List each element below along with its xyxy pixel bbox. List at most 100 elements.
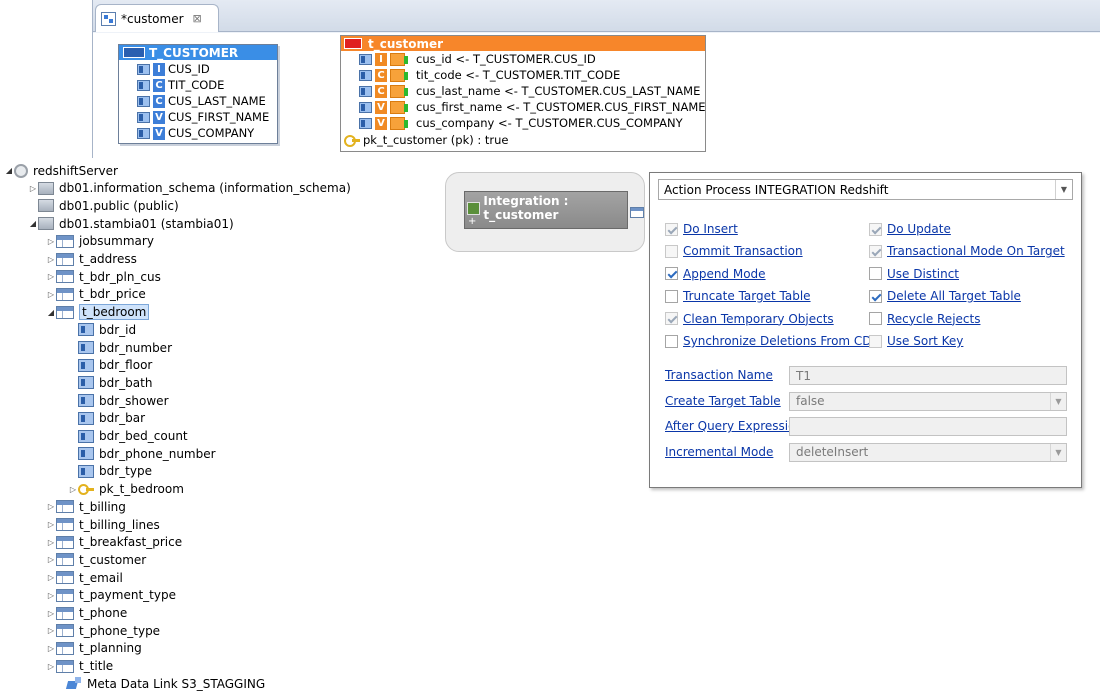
checkbox[interactable] [665, 289, 678, 303]
source-column-row[interactable]: V CUS_FIRST_NAME [137, 109, 277, 125]
field-label[interactable]: After Query Expression [665, 419, 803, 433]
option-label[interactable]: Append Mode [683, 267, 766, 281]
collapse-arrow-icon[interactable]: ◢ [4, 166, 14, 175]
expand-arrow-icon[interactable]: ▷ [46, 290, 56, 299]
integration-step[interactable]: Integration : t_customer + [464, 191, 628, 229]
source-column-row[interactable]: C CUS_LAST_NAME [137, 93, 277, 109]
option-delete-all-target-table[interactable]: Delete All Target Table [869, 289, 1021, 303]
option-commit-transaction[interactable]: Commit Transaction [665, 244, 803, 258]
target-mapping-row[interactable]: Vcus_first_name <- T_CUSTOMER.CUS_FIRST_… [341, 99, 706, 115]
expand-arrow-icon[interactable]: ▷ [68, 485, 78, 494]
option-append-mode[interactable]: Append Mode [665, 267, 766, 281]
option-label[interactable]: Commit Transaction [683, 244, 803, 258]
target-mapping-row[interactable]: Icus_id <- T_CUSTOMER.CUS_ID [341, 51, 705, 67]
checkbox[interactable] [869, 334, 882, 348]
tree-node-schema[interactable]: ◢ db01.stambia01 (stambia01) [28, 215, 234, 232]
close-icon[interactable]: ⊠ [193, 12, 202, 25]
checkbox[interactable] [869, 289, 882, 303]
option-label[interactable]: Delete All Target Table [887, 289, 1021, 303]
tree-node-key[interactable]: ▷ pk_t_bedroom [68, 481, 184, 498]
process-select[interactable]: Action Process INTEGRATION Redshift ▼ [658, 179, 1073, 200]
option-use-distinct[interactable]: Use Distinct [869, 267, 959, 281]
expand-arrow-icon[interactable]: ▷ [46, 591, 56, 600]
tree-node-column[interactable]: bdr_phone_number [68, 445, 216, 462]
option-clean-temporary-objects[interactable]: Clean Temporary Objects [665, 312, 834, 326]
expand-arrow-icon[interactable]: ▷ [46, 502, 56, 511]
target-datastore[interactable]: t_customer Icus_id <- T_CUSTOMER.CUS_ID C… [340, 35, 706, 152]
tree-node-server[interactable]: ◢ redshiftServer [4, 162, 118, 179]
tree-node-column[interactable]: bdr_floor [68, 357, 152, 374]
source-datastore-header[interactable]: T_CUSTOMER [119, 45, 277, 60]
tree-node-column[interactable]: bdr_shower [68, 392, 169, 409]
primary-key-row[interactable]: pk_t_customer (pk) : true [341, 132, 705, 148]
tree-node-table[interactable]: ▷ jobsummary [46, 233, 154, 250]
option-label[interactable]: Do Update [887, 222, 951, 236]
integration-step-header[interactable]: Integration : t_customer [467, 194, 627, 222]
target-datastore-header[interactable]: t_customer [341, 36, 705, 51]
expand-arrow-icon[interactable]: ▷ [46, 538, 56, 547]
expand-arrow-icon[interactable]: ▷ [46, 626, 56, 635]
tab-customer[interactable]: *customer ⊠ [95, 4, 219, 32]
checkbox[interactable] [869, 267, 882, 281]
option-transactional-mode-on-target[interactable]: Transactional Mode On Target [869, 244, 1065, 258]
tree-node-column[interactable]: bdr_bar [68, 410, 145, 427]
expand-plus-icon[interactable]: + [468, 217, 476, 227]
chevron-down-icon[interactable]: ▼ [1055, 180, 1072, 199]
tree-node-table[interactable]: ▷ t_title [46, 658, 113, 675]
tree-node-column[interactable]: bdr_type [68, 463, 152, 480]
target-mapping-row[interactable]: Vcus_company <- T_CUSTOMER.CUS_COMPANY [341, 115, 705, 131]
expand-arrow-icon[interactable]: ▷ [46, 555, 56, 564]
source-column-row[interactable]: V CUS_COMPANY [137, 125, 277, 141]
tree-node-schema[interactable]: ▷ db01.information_schema (information_sc… [28, 180, 351, 197]
checkbox[interactable] [869, 222, 882, 236]
field-label[interactable]: Create Target Table [665, 394, 781, 408]
expand-arrow-icon[interactable]: ▷ [46, 520, 56, 529]
tree-node-column[interactable]: bdr_number [68, 339, 172, 356]
option-label[interactable]: Truncate Target Table [683, 289, 811, 303]
expand-arrow-icon[interactable]: ▷ [46, 644, 56, 653]
field-label[interactable]: Incremental Mode [665, 445, 773, 459]
tree-node-table[interactable]: ▷ t_billing_lines [46, 516, 160, 533]
tree-node-column[interactable]: bdr_id [68, 321, 136, 338]
checkbox[interactable] [665, 267, 678, 281]
property-field-incremental-mode[interactable]: deleteInsert ▼ [789, 442, 1067, 462]
option-label[interactable]: Transactional Mode On Target [887, 244, 1065, 258]
checkbox[interactable] [665, 312, 678, 326]
option-use-sort-key[interactable]: Use Sort Key [869, 334, 963, 348]
option-truncate-target-table[interactable]: Truncate Target Table [665, 289, 811, 303]
property-field-after-query-expression[interactable] [789, 417, 1067, 436]
option-recycle-rejects[interactable]: Recycle Rejects [869, 312, 980, 326]
expand-arrow-icon[interactable]: ▷ [46, 609, 56, 618]
expand-arrow-icon[interactable]: ▷ [28, 184, 38, 193]
collapse-arrow-icon[interactable]: ◢ [46, 308, 56, 317]
option-label[interactable]: Synchronize Deletions From CDC [683, 334, 880, 348]
tree-node-table[interactable]: ▷ t_bdr_pln_cus [46, 268, 161, 285]
tree-node-table[interactable]: ▷ t_address [46, 251, 137, 268]
option-label[interactable]: Recycle Rejects [887, 312, 980, 326]
expand-arrow-icon[interactable]: ▷ [46, 272, 56, 281]
tree-node-table[interactable]: ▷ t_billing [46, 498, 126, 515]
property-field-transaction-name[interactable]: T1 [789, 366, 1067, 385]
tree-node-table[interactable]: ▷ t_phone [46, 605, 127, 622]
checkbox[interactable] [869, 244, 882, 258]
tree-node-table[interactable]: ▷ t_breakfast_price [46, 534, 182, 551]
tree-node-table[interactable]: ▷ t_planning [46, 640, 142, 657]
checkbox[interactable] [665, 222, 678, 236]
expand-arrow-icon[interactable]: ▷ [46, 662, 56, 671]
chevron-down-icon[interactable]: ▼ [1050, 392, 1066, 410]
tree-node-table[interactable]: ▷ t_bdr_price [46, 286, 146, 303]
chevron-down-icon[interactable]: ▼ [1050, 443, 1066, 461]
tree-node-table[interactable]: ◢ t_bedroom [46, 304, 150, 321]
expand-arrow-icon[interactable]: ▷ [46, 237, 56, 246]
tree-node-table[interactable]: ▷ t_payment_type [46, 587, 176, 604]
option-label[interactable]: Clean Temporary Objects [683, 312, 834, 326]
option-synchronize-deletions-from-cdc[interactable]: Synchronize Deletions From CDC [665, 334, 880, 348]
option-do-update[interactable]: Do Update [869, 222, 951, 236]
tree-node-column[interactable]: bdr_bed_count [68, 428, 188, 445]
option-label[interactable]: Do Insert [683, 222, 738, 236]
tree-node-column[interactable]: bdr_bath [68, 374, 152, 391]
field-label[interactable]: Transaction Name [665, 368, 773, 382]
checkbox[interactable] [665, 334, 678, 348]
checkbox[interactable] [869, 312, 882, 326]
tree-node-table[interactable]: ▷ t_customer [46, 551, 146, 568]
